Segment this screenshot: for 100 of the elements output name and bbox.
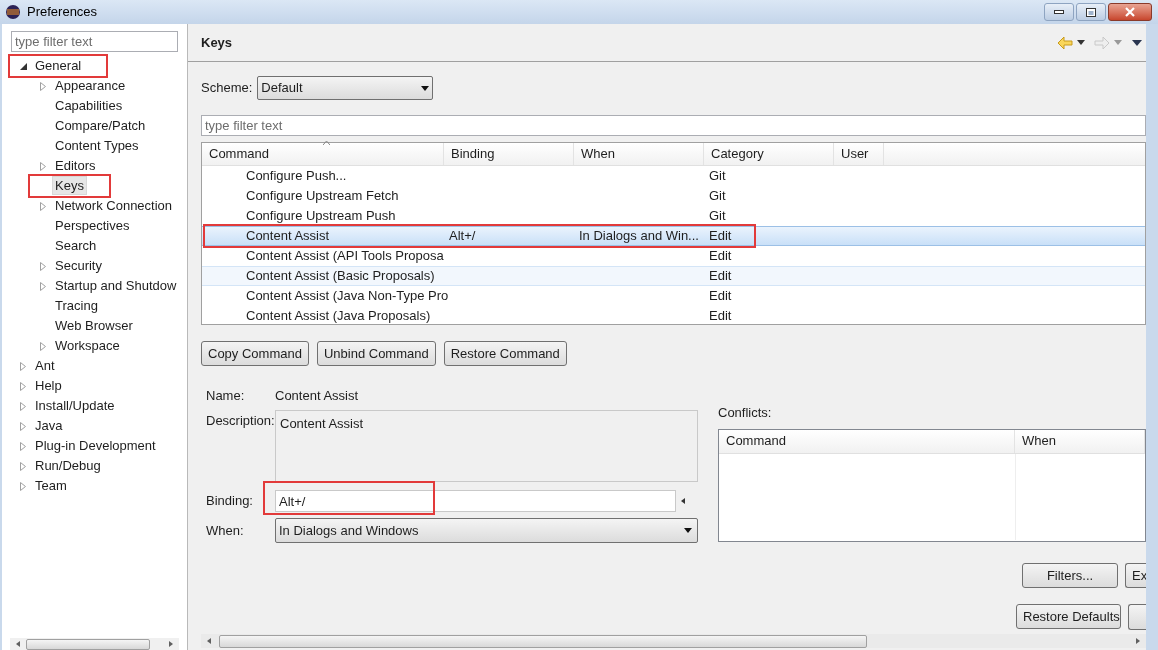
scroll-left-arrow-icon[interactable]: [16, 641, 20, 647]
collapsed-arrow-icon[interactable]: [20, 461, 26, 471]
binding-menu-arrow-icon[interactable]: [681, 498, 685, 504]
collapsed-arrow-icon[interactable]: [40, 261, 46, 271]
collapsed-arrow-icon[interactable]: [40, 81, 46, 91]
tree-item[interactable]: Perspectives: [52, 216, 133, 236]
collapsed-arrow-icon[interactable]: [20, 441, 26, 451]
cut-off-button[interactable]: [1128, 604, 1146, 630]
table-cell: Alt+/: [449, 228, 476, 244]
tree-item[interactable]: Search: [52, 236, 100, 256]
command-button[interactable]: Unbind Command: [316, 341, 436, 366]
dropdown-value: In Dialogs and Windows: [279, 521, 419, 540]
tree-item[interactable]: Content Types: [52, 136, 142, 156]
when-dropdown[interactable]: In Dialogs and Windows: [275, 518, 698, 543]
tree-item[interactable]: Editors: [52, 156, 99, 176]
minimize-icon: [1054, 10, 1064, 14]
table-cell: Configure Upstream Fetch: [246, 188, 399, 204]
dropdown-value: Default: [261, 79, 303, 98]
collapsed-arrow-icon[interactable]: [20, 361, 26, 371]
forward-arrow-icon[interactable]: [1094, 35, 1110, 50]
scroll-left-arrow-icon[interactable]: [207, 638, 211, 644]
tree-item[interactable]: Help: [32, 376, 65, 396]
tree-item[interactable]: Workspace: [52, 336, 123, 356]
window-title: Preferences: [27, 3, 98, 22]
table-cell: In Dialogs and Win...: [579, 228, 699, 244]
filter-field[interactable]: type filter text: [201, 115, 1146, 136]
field-label: When:: [205, 521, 245, 540]
field-label: Description:: [205, 412, 275, 430]
table-row[interactable]: Configure Upstream Fetch Git: [202, 186, 1145, 206]
binding-field[interactable]: Alt+/: [275, 490, 676, 512]
restore-defaults-button[interactable]: Restore Defaults: [1016, 604, 1121, 629]
table-row[interactable]: Content Assist Alt+/ In Dialogs and Win... Edit: [202, 226, 1145, 246]
collapsed-arrow-icon[interactable]: [40, 161, 46, 171]
collapsed-arrow-icon[interactable]: [40, 201, 46, 211]
minimize-button[interactable]: [1044, 3, 1074, 21]
table-row[interactable]: Content Assist (Java Non-Type Pro Edit: [202, 286, 1145, 306]
page-title: Keys: [201, 33, 233, 52]
column-header[interactable]: Category: [704, 143, 834, 165]
app-icon: [5, 4, 21, 20]
action-button[interactable]: Filters...: [1022, 563, 1118, 588]
close-icon: [1124, 7, 1136, 17]
tree-item[interactable]: Appearance: [52, 76, 129, 96]
expanded-arrow-icon[interactable]: [20, 62, 27, 70]
scroll-right-arrow-icon[interactable]: [1136, 638, 1140, 644]
table-cell: Content Assist: [246, 228, 330, 244]
table-cell: Content Assist (API Tools Proposa: [246, 248, 444, 264]
command-button[interactable]: Restore Command: [443, 341, 567, 366]
collapsed-arrow-icon[interactable]: [20, 401, 26, 411]
tree-item[interactable]: Run/Debug: [32, 456, 104, 476]
column-header[interactable]: When: [1015, 429, 1145, 453]
scrollbar-thumb[interactable]: [26, 638, 150, 650]
scheme-dropdown[interactable]: Default: [257, 76, 434, 100]
conflicts-label: Conflicts:: [718, 404, 773, 422]
column-header[interactable]: User: [834, 143, 884, 165]
table-cell: Edit: [709, 308, 732, 324]
table-row[interactable]: Configure Upstream Push Git: [202, 206, 1145, 226]
tree-item[interactable]: Keys: [52, 176, 87, 196]
table-cell: Configure Push...: [246, 168, 347, 184]
collapsed-arrow-icon[interactable]: [40, 341, 46, 351]
table-cell: Git: [709, 188, 726, 204]
table-row[interactable]: Configure Push... Git: [202, 166, 1145, 186]
table-row[interactable]: Content Assist (Java Proposals) Edit: [202, 306, 1145, 326]
table-cell: Content Assist (Basic Proposals): [246, 268, 435, 284]
tree-item[interactable]: Install/Update: [32, 396, 118, 416]
command-button[interactable]: Copy Command: [201, 341, 309, 366]
tree-item[interactable]: Plug-in Development: [32, 436, 159, 456]
close-button[interactable]: [1108, 3, 1152, 21]
table-cell: Configure Upstream Push: [246, 208, 396, 224]
table-row[interactable]: Content Assist (Basic Proposals) Edit: [202, 266, 1145, 286]
tree-item[interactable]: Ant: [32, 356, 58, 376]
table-cell: Edit: [709, 228, 732, 244]
tree-item[interactable]: Java: [32, 416, 66, 436]
maximize-button[interactable]: [1076, 3, 1106, 21]
tree-item[interactable]: General: [32, 56, 85, 76]
maximize-icon: [1086, 7, 1096, 17]
collapsed-arrow-icon[interactable]: [20, 421, 26, 431]
dropdown-caret-icon[interactable]: [1077, 40, 1085, 45]
tree-item[interactable]: Network Connection: [52, 196, 176, 216]
collapsed-arrow-icon[interactable]: [40, 281, 46, 291]
scroll-right-arrow-icon[interactable]: [169, 641, 173, 647]
view-menu-icon[interactable]: [1132, 39, 1142, 46]
tree-item[interactable]: Security: [52, 256, 105, 276]
table-cell: Git: [709, 208, 726, 224]
scrollbar-thumb[interactable]: [219, 634, 867, 648]
table-cell: Edit: [709, 248, 732, 264]
tree-item[interactable]: Capabilities: [52, 96, 126, 116]
tree-item[interactable]: Compare/Patch: [52, 116, 149, 136]
tree-item[interactable]: Team: [32, 476, 70, 496]
tree-item[interactable]: Tracing: [52, 296, 101, 316]
column-header[interactable]: Command: [719, 429, 1015, 453]
collapsed-arrow-icon[interactable]: [20, 381, 26, 391]
filter-field[interactable]: type filter text: [11, 31, 178, 52]
collapsed-arrow-icon[interactable]: [20, 481, 26, 491]
column-header[interactable]: When: [574, 143, 704, 165]
table-cell: Edit: [709, 288, 732, 304]
tree-item[interactable]: Web Browser: [52, 316, 136, 336]
column-header[interactable]: Command: [202, 143, 444, 165]
table-row[interactable]: Content Assist (API Tools Proposa Edit: [202, 246, 1145, 266]
tree-item[interactable]: Startup and Shutdow: [52, 276, 180, 296]
column-header[interactable]: Binding: [444, 143, 574, 165]
